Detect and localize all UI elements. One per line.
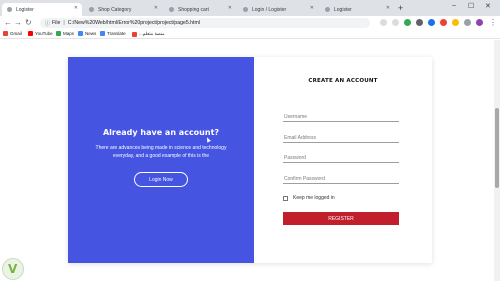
form-title: CREATE AN ACCOUNT — [308, 78, 378, 84]
tab-logister[interactable]: Logister ✕ — [2, 3, 82, 16]
scrollbar-thumb[interactable] — [495, 108, 499, 188]
maximize-icon[interactable]: ☐ — [468, 2, 474, 10]
bookmark-label: Gmail — [10, 31, 22, 36]
tab-logister-2[interactable]: Logister ✕ — [320, 3, 394, 16]
page-icon — [243, 7, 248, 12]
menu-icon[interactable]: ⋮ — [489, 18, 497, 28]
logo-mark-icon: V — [8, 262, 18, 276]
address-separator: | — [63, 20, 65, 26]
extension-icon[interactable] — [416, 19, 423, 26]
bookmark-label: Translate — [107, 31, 126, 36]
bookmark-arabic[interactable]: ...منصة متعلم — [132, 31, 165, 37]
close-window-icon[interactable]: ✕ — [485, 2, 491, 10]
bookmark-star-icon[interactable] — [392, 19, 399, 26]
bookmark-label: Maps — [63, 31, 75, 36]
bookmark-label: ...منصة متعلم — [139, 31, 165, 36]
tab-label: Shop Category — [98, 6, 132, 13]
bookmark-label: News — [85, 31, 97, 36]
page-scrollbar[interactable] — [494, 40, 500, 281]
extension-icon[interactable] — [440, 19, 447, 26]
share-icon[interactable] — [380, 19, 387, 26]
address-bar[interactable]: ⓘ File | C:/New%20Web/html/Error%20proje… — [40, 18, 370, 28]
bookmark-gmail[interactable]: Gmail — [3, 31, 22, 36]
overlay-description: There are advances being made in science… — [95, 145, 227, 159]
news-icon — [78, 31, 83, 36]
confirm-password-field[interactable] — [283, 174, 399, 184]
page-icon — [7, 7, 12, 12]
address-scheme: File — [52, 20, 61, 26]
tab-login-logister[interactable]: Login / Logister ✕ — [238, 3, 318, 16]
close-icon[interactable]: ✕ — [386, 5, 390, 11]
page-icon — [325, 7, 330, 12]
tab-label: Shopping cart — [178, 6, 209, 13]
bookmarks-bar: Gmail YouTube Maps News Translate ...منص… — [0, 30, 500, 39]
password-field[interactable] — [283, 153, 399, 163]
tab-label: Logister — [334, 6, 352, 13]
bookmark-translate[interactable]: Translate — [100, 31, 126, 36]
minimize-icon[interactable]: – — [452, 2, 456, 9]
login-now-button[interactable]: Login Now — [134, 172, 188, 187]
youtube-icon — [28, 31, 33, 36]
register-button[interactable]: REGISTER — [283, 212, 399, 225]
gmail-icon — [3, 31, 8, 36]
back-icon[interactable]: ← — [4, 18, 12, 28]
extension-icon[interactable] — [428, 19, 435, 26]
close-icon[interactable]: ✕ — [228, 5, 232, 11]
tab-shopping-cart[interactable]: Shopping cart ✕ — [164, 3, 236, 16]
tab-label: Logister — [16, 6, 34, 13]
new-tab-icon[interactable]: + — [398, 3, 403, 13]
login-overlay-panel: Already have an account? There are advan… — [68, 57, 254, 263]
translate-icon — [100, 31, 105, 36]
bookmark-icon — [132, 31, 137, 37]
page-icon — [169, 7, 174, 12]
browser-toolbar: ← → ↻ ⓘ File | C:/New%20Web/html/Error%2… — [0, 16, 500, 30]
browser-tab-strip: Logister ✕ Shop Category ✕ Shopping cart… — [0, 0, 500, 16]
bookmark-news[interactable]: News — [78, 31, 96, 36]
bookmark-maps[interactable]: Maps — [56, 31, 74, 36]
page-icon — [89, 7, 94, 12]
remember-label: Keep me logged in — [293, 195, 335, 201]
register-form: CREATE AN ACCOUNT Keep me logged in REGI… — [254, 57, 432, 263]
close-icon[interactable]: ✕ — [74, 5, 78, 11]
forward-icon[interactable]: → — [14, 18, 22, 28]
remember-checkbox[interactable] — [283, 195, 288, 201]
puzzle-icon[interactable] — [464, 19, 471, 26]
extension-icon[interactable] — [404, 19, 411, 26]
reload-icon[interactable]: ↻ — [25, 18, 32, 28]
email-field[interactable] — [283, 133, 399, 143]
address-url: C:/New%20Web/html/Error%20project/projec… — [67, 20, 200, 26]
close-icon[interactable]: ✕ — [310, 5, 314, 11]
close-icon[interactable]: ✕ — [154, 5, 158, 11]
auth-card: Already have an account? There are advan… — [68, 57, 432, 263]
info-icon: ⓘ — [45, 20, 51, 27]
extension-icon[interactable] — [452, 19, 459, 26]
remember-me[interactable]: Keep me logged in — [283, 195, 335, 201]
avatar[interactable] — [476, 19, 483, 26]
username-field[interactable] — [283, 112, 399, 122]
overlay-heading: Already have an account? — [102, 128, 220, 137]
bookmark-youtube[interactable]: YouTube — [28, 31, 53, 36]
tab-shop-category[interactable]: Shop Category ✕ — [84, 3, 162, 16]
bookmark-label: YouTube — [35, 31, 53, 36]
watermark-logo: V — [2, 258, 24, 280]
tab-label: Login / Logister — [252, 6, 287, 13]
maps-icon — [56, 31, 61, 36]
mouse-cursor-icon — [205, 136, 211, 143]
